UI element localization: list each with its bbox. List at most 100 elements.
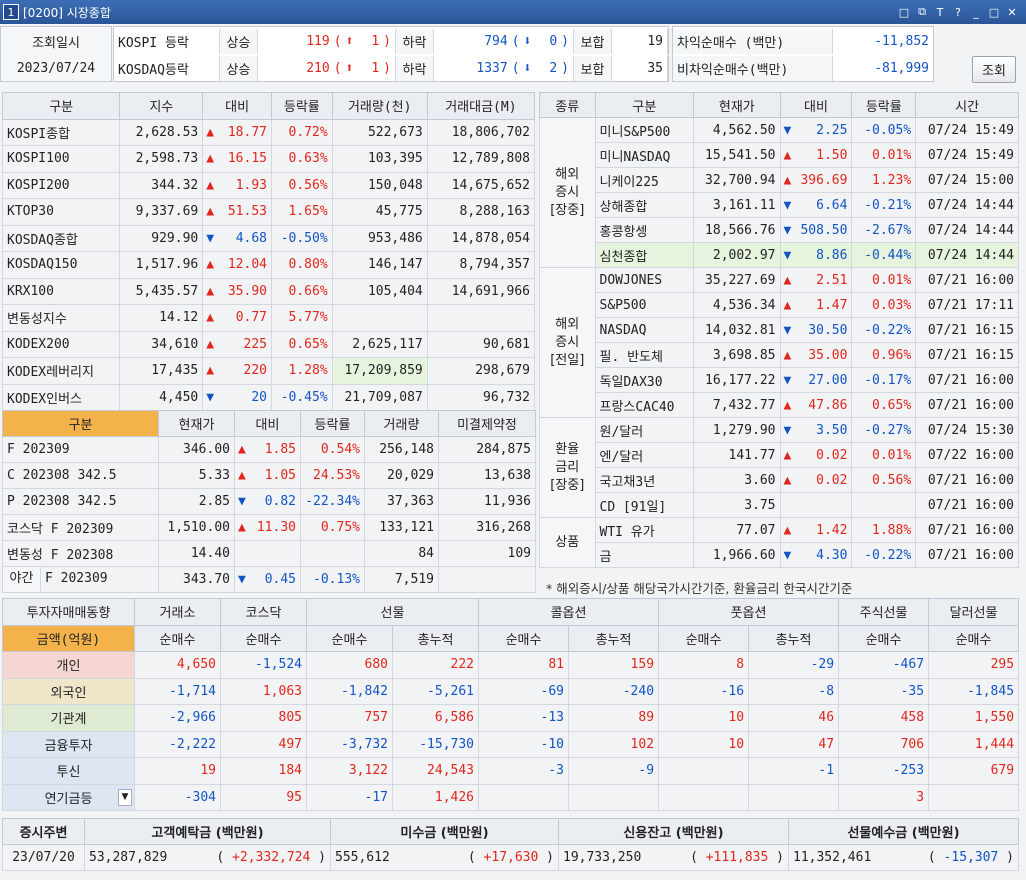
investor-group-header[interactable]: 콜옵션 bbox=[478, 598, 660, 626]
futures-change-cell: ▲ 11.30 bbox=[234, 514, 301, 541]
chevron-down-icon[interactable]: ▼ bbox=[118, 788, 132, 806]
global-header[interactable]: 종류 bbox=[539, 92, 596, 118]
text-icon[interactable]: T bbox=[932, 4, 948, 20]
investor-group-header[interactable]: 주식선물 bbox=[838, 598, 930, 626]
table-row[interactable]: KOSDAQ종합 929.90 ▼ 4.68 -0.50% 953,486 14,… bbox=[1, 224, 536, 252]
investor-value: 680 bbox=[306, 651, 393, 679]
table-row[interactable]: 엔/달러 141.77 ▲ 0.02 0.01% 07/22 16:00 bbox=[540, 442, 1019, 468]
table-row[interactable]: 개인 4,650 -1,524 680 222 81 159 8 -29 -467 295 bbox=[2, 651, 1020, 679]
table-row[interactable]: 기관계 -2,966 805 757 6,586 -13 89 10 46 458 1,550 bbox=[2, 704, 1020, 732]
futures-header[interactable]: 미결제약정 bbox=[438, 410, 536, 437]
restore-icon[interactable]: □ bbox=[896, 4, 912, 20]
global-change: 6.64 bbox=[816, 197, 848, 213]
table-row[interactable]: 상품 WTI 유가 77.07 ▲ 1.42 1.88% 07/21 16:00 bbox=[539, 517, 1019, 568]
table-row[interactable]: KOSPI종합 2,628.53 ▲ 18.77 0.72% 522,673 18… bbox=[1, 118, 536, 146]
investor-group-header[interactable]: 달러선물 bbox=[928, 598, 1020, 626]
table-row[interactable]: KOSDAQ150 1,517.96 ▲ 12.04 0.80% 146,147 … bbox=[1, 251, 536, 279]
query-date-value[interactable]: 2023/07/24 bbox=[1, 56, 111, 80]
global-rate: 0.01% bbox=[851, 267, 917, 293]
table-row[interactable]: 필. 반도체 3,698.85 ▲ 35.00 0.96% 07/21 16:15 bbox=[540, 342, 1019, 368]
cascade-icon[interactable]: ⧉ bbox=[914, 4, 930, 20]
table-row[interactable]: P 202308 342.5 2.85 ▼ 0.82 -22.34% 37,363… bbox=[2, 488, 536, 515]
table-row[interactable]: F 202309 346.00 ▲ 1.85 0.54% 256,148 284,… bbox=[2, 436, 536, 463]
table-row[interactable]: KOSPI200 344.32 ▲ 1.93 0.56% 150,048 14,6… bbox=[1, 171, 536, 199]
table-row[interactable]: 해외 증시 [전일] DOWJONES 35,227.69 ▲ 2.51 0.01%… bbox=[539, 267, 1019, 418]
futures-header[interactable]: 대비 bbox=[234, 410, 301, 437]
table-row[interactable]: 환율 금리 [장중] 원/달러 1,279.90 ▼ 3.50 -0.27% 07/… bbox=[539, 417, 1019, 518]
index-header[interactable]: 대비 bbox=[202, 92, 272, 120]
global-change: 0.02 bbox=[816, 447, 848, 463]
investor-value: -13 bbox=[478, 704, 570, 732]
table-row[interactable]: 니케이225 32,700.94 ▲ 396.69 1.23% 07/24 15:… bbox=[540, 167, 1019, 193]
table-row[interactable]: 심천종합 2,002.97 ▼ 8.86 -0.44% 07/24 14:44 bbox=[540, 242, 1019, 268]
index-header[interactable]: 구분 bbox=[1, 92, 121, 120]
down-triangle-icon: ▼ bbox=[783, 422, 792, 438]
index-price: 2,628.53 bbox=[119, 118, 204, 146]
index-header[interactable]: 거래대금(M) bbox=[426, 92, 536, 120]
close-icon[interactable]: ✕ bbox=[1004, 4, 1020, 20]
investor-group-header[interactable]: 거래소 bbox=[134, 598, 221, 626]
table-row[interactable]: 코스닥 F 202309 1,510.00 ▲ 11.30 0.75% 133,1… bbox=[2, 514, 536, 541]
index-header[interactable]: 지수 bbox=[119, 92, 204, 120]
index-table: 구분 지수 대비 등락률 거래량(천) 거래대금(M) KOSPI종합 2,628.53 … bbox=[1, 92, 536, 411]
table-row[interactable]: NASDAQ 14,032.81 ▼ 30.50 -0.22% 07/21 16:… bbox=[540, 317, 1019, 343]
help-icon[interactable]: ? bbox=[950, 4, 966, 20]
table-row[interactable]: 변동성 F 202308 14.40 84 109 bbox=[2, 540, 536, 567]
investor-unit[interactable]: 금액(억원) bbox=[2, 624, 135, 652]
table-row[interactable]: C 202308 342.5 5.33 ▲ 1.05 24.53% 20,029 … bbox=[2, 462, 536, 489]
global-header[interactable]: 구분 bbox=[594, 92, 695, 118]
table-row[interactable]: 미니NASDAQ 15,541.50 ▲ 1.50 0.01% 07/24 15:… bbox=[540, 142, 1019, 168]
breadth-cell: 794(⬇ 0) bbox=[434, 29, 574, 54]
table-row[interactable]: KODEX인버스 4,450 ▼ 20 -0.45% 21,709,087 96,… bbox=[1, 383, 536, 411]
table-row[interactable]: 야간 F 202309 343.70 ▼ 0.45 -0.13% 7,519 bbox=[2, 566, 536, 593]
minimize-icon[interactable]: _ bbox=[968, 4, 984, 20]
table-row[interactable]: KOSPI100 2,598.73 ▲ 16.15 0.63% 103,395 1… bbox=[1, 145, 536, 173]
maximize-icon[interactable]: □ bbox=[986, 4, 1002, 20]
investor-name: 금융투자 bbox=[44, 738, 93, 754]
up-triangle-icon: ▲ bbox=[783, 397, 792, 413]
global-price: 3,698.85 bbox=[693, 342, 781, 368]
table-row[interactable]: CD [91일] 3.75 07/21 16:00 bbox=[540, 492, 1019, 518]
up-triangle-icon: ▲ bbox=[783, 172, 792, 188]
futures-header[interactable]: 구분 bbox=[2, 410, 159, 437]
table-row[interactable]: 프랑스CAC40 7,432.77 ▲ 47.86 0.65% 07/21 16:… bbox=[540, 392, 1019, 418]
table-row[interactable]: 국고채3년 3.60 ▲ 0.02 0.56% 07/21 16:00 bbox=[540, 467, 1019, 493]
futures-header[interactable]: 거래량 bbox=[364, 410, 439, 437]
index-amount: 14,675,652 bbox=[426, 171, 536, 199]
futures-header[interactable]: 현재가 bbox=[158, 410, 235, 437]
index-header[interactable]: 거래량(천) bbox=[331, 92, 428, 120]
table-row[interactable]: 홍콩항셍 18,566.76 ▼ 508.50 -2.67% 07/24 14:4… bbox=[540, 217, 1019, 243]
investor-group-header[interactable]: 풋옵션 bbox=[658, 598, 840, 626]
query-button[interactable]: 조회 bbox=[972, 56, 1016, 83]
table-row[interactable]: 변동성지수 14.12 ▲ 0.77 5.77% bbox=[1, 304, 536, 332]
table-row[interactable]: 투신 19 184 3,122 24,543 -3 -9 -1 -253 679 bbox=[2, 757, 1020, 785]
table-row[interactable]: S&P500 4,536.34 ▲ 1.47 0.03% 07/21 17:11 bbox=[540, 292, 1019, 318]
futures-open-interest: 316,268 bbox=[438, 514, 536, 541]
table-row[interactable]: 연기금등 ▼ -304 95 -17 1,426 3 bbox=[2, 783, 1020, 811]
investor-group-header[interactable]: 선물 bbox=[305, 598, 480, 626]
table-row[interactable]: 독일DAX30 16,177.22 ▼ 27.00 -0.17% 07/21 16… bbox=[540, 367, 1019, 393]
futures-header[interactable]: 등락률 bbox=[300, 410, 365, 437]
table-row[interactable]: KODEX200 34,610 ▲ 225 0.65% 2,625,117 90,… bbox=[1, 330, 536, 358]
table-row[interactable]: KRX100 5,435.57 ▲ 35.90 0.66% 105,404 14,… bbox=[1, 277, 536, 305]
table-row[interactable]: 금 1,966.60 ▼ 4.30 -0.22% 07/21 16:00 bbox=[540, 542, 1019, 568]
index-change-cell: ▲ 225 bbox=[202, 330, 272, 358]
investor-group-header[interactable]: 코스닥 bbox=[220, 598, 307, 626]
global-header[interactable]: 등락률 bbox=[851, 92, 917, 118]
table-row[interactable]: 상해종합 3,161.11 ▼ 6.64 -0.21% 07/24 14:44 bbox=[540, 192, 1019, 218]
table-row[interactable]: KTOP30 9,337.69 ▲ 51.53 1.65% 45,775 8,28… bbox=[1, 198, 536, 226]
index-name: KOSPI200 bbox=[1, 171, 121, 199]
table-row[interactable]: KODEX레버리지 17,435 ▲ 220 1.28% 17,209,859 2… bbox=[1, 357, 536, 385]
global-price: 4,562.50 bbox=[693, 117, 781, 143]
table-row[interactable]: 금융투자 -2,222 497 -3,732 -15,730 -10 102 10 47 706 1… bbox=[2, 730, 1020, 758]
global-header[interactable]: 시간 bbox=[915, 92, 1019, 118]
futures-volume: 20,029 bbox=[364, 462, 439, 489]
global-group-label: 환율 금리 [장중] bbox=[539, 417, 596, 518]
table-row[interactable]: 외국인 -1,714 1,063 -1,842 -5,261 -69 -240 -16 -8 -3… bbox=[2, 677, 1020, 705]
global-rate: 1.23% bbox=[851, 167, 917, 193]
global-header[interactable]: 현재가 bbox=[693, 92, 781, 118]
investor-value: 3 bbox=[838, 783, 930, 811]
global-header[interactable]: 대비 bbox=[779, 92, 853, 118]
table-row[interactable]: 해외 증시 [장중] 미니S&P500 4,562.50 ▼ 2.25 -0.05%… bbox=[539, 117, 1019, 268]
index-header[interactable]: 등락률 bbox=[271, 92, 333, 120]
